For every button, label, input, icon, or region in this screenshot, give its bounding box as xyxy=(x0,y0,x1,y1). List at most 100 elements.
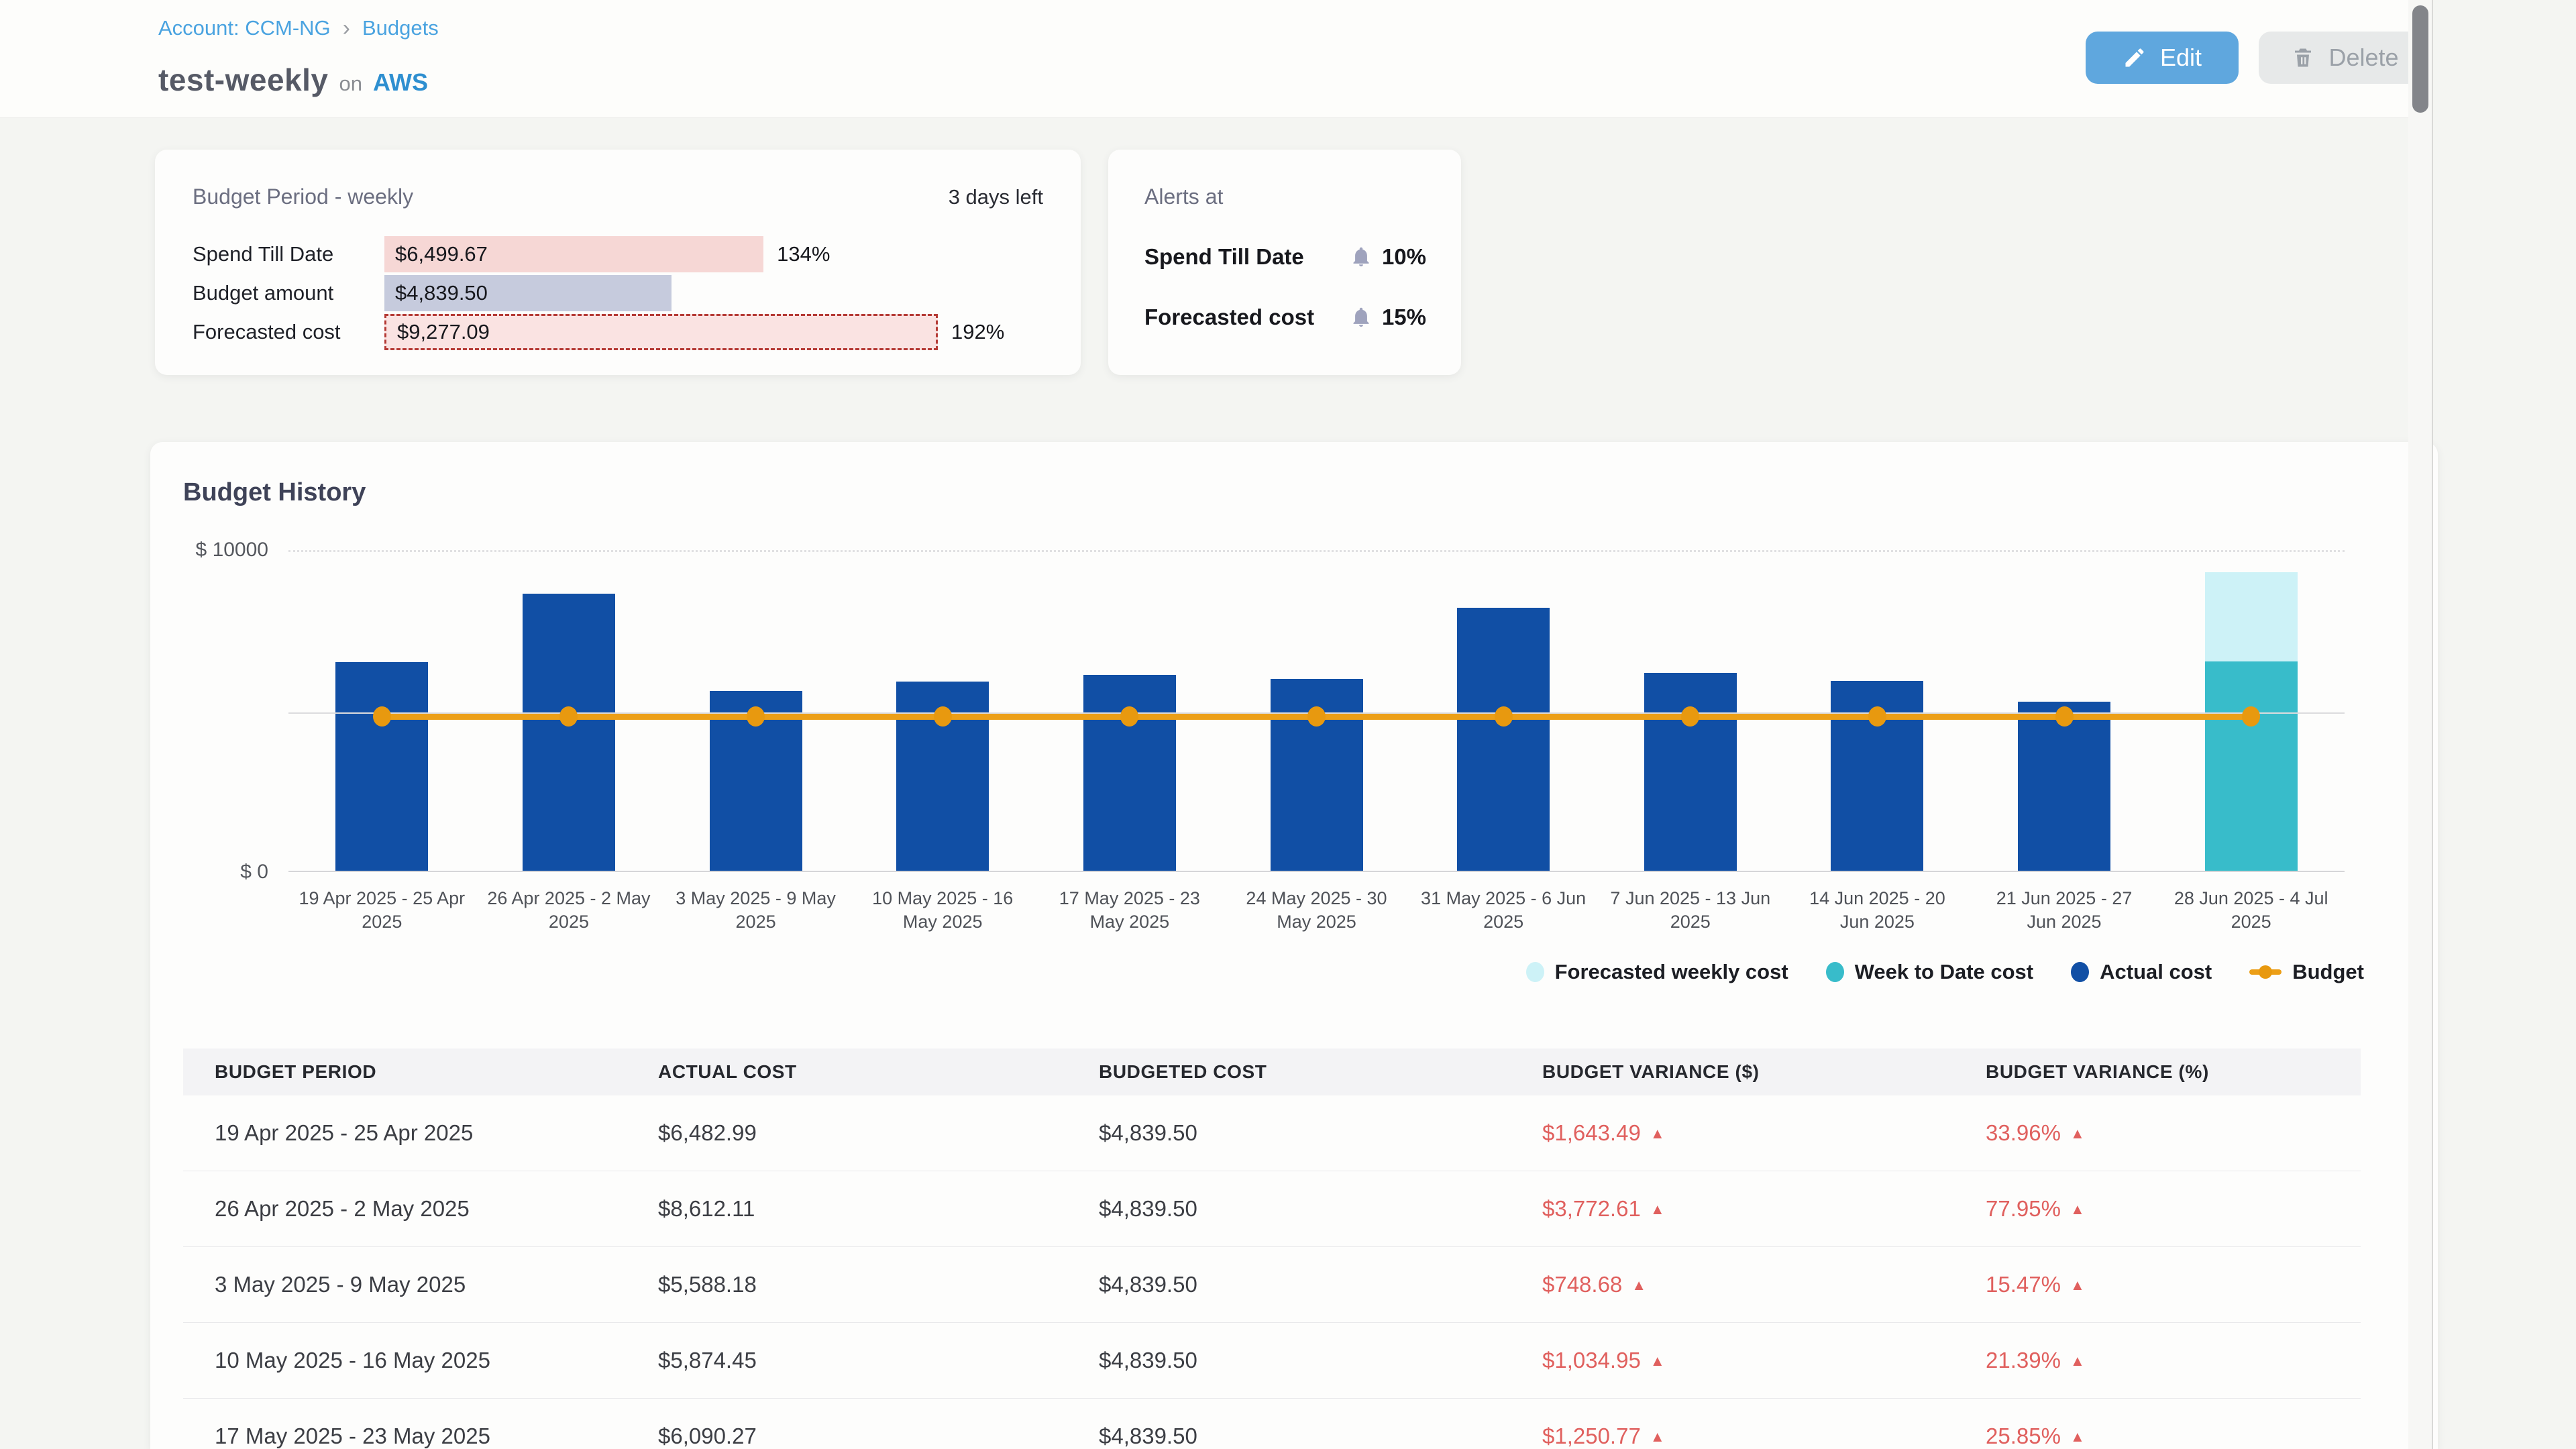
table-row[interactable]: 3 May 2025 - 9 May 2025$5,588.18$4,839.5… xyxy=(183,1247,2361,1323)
gridline-10000 xyxy=(288,550,2345,552)
budget-line-marker[interactable] xyxy=(747,706,765,727)
table-row[interactable]: 17 May 2025 - 23 May 2025$6,090.27$4,839… xyxy=(183,1399,2361,1449)
legend-item[interactable]: Forecasted weekly cost xyxy=(1526,960,1788,984)
table-header-cell: BUDGET PERIOD xyxy=(183,1061,627,1083)
table-body: 19 Apr 2025 - 25 Apr 2025$6,482.99$4,839… xyxy=(183,1095,2361,1449)
bell-icon xyxy=(1350,306,1373,329)
x-axis-label: 3 May 2025 - 9 May 2025 xyxy=(672,887,840,934)
alert-row-label: Forecasted cost xyxy=(1144,305,1314,330)
cell-budget-variance-usd: $1,034.95▲ xyxy=(1511,1348,1954,1373)
budget-line-marker[interactable] xyxy=(934,706,952,727)
bar-actual-cost[interactable] xyxy=(523,594,615,871)
legend-item[interactable]: Week to Date cost xyxy=(1826,960,2033,984)
bar-actual-cost[interactable] xyxy=(1083,675,1176,871)
legend-line-icon xyxy=(2249,969,2282,975)
budget-period-bar-budget: $4,839.50 xyxy=(384,275,672,311)
variance-up-arrow-icon: ▲ xyxy=(1650,1428,1665,1445)
alert-row-value-group: 15% xyxy=(1350,305,1426,330)
cell-budget-period: 19 Apr 2025 - 25 Apr 2025 xyxy=(183,1120,627,1146)
x-axis-labels: 19 Apr 2025 - 25 Apr 2025 26 Apr 2025 - 2… xyxy=(288,887,2345,967)
cell-actual-cost: $8,612.11 xyxy=(627,1196,1067,1222)
alert-row: Forecasted cost 15% xyxy=(1144,305,1426,330)
bar-week-to-date-cost[interactable] xyxy=(2205,661,2298,871)
cell-budget-variance-usd: $1,250.77▲ xyxy=(1511,1424,1954,1449)
delete-button[interactable]: Delete xyxy=(2259,32,2431,84)
cell-actual-cost: $6,482.99 xyxy=(627,1120,1067,1146)
x-axis-label: 31 May 2025 - 6 Jun 2025 xyxy=(1419,887,1587,934)
budget-history-chart[interactable] xyxy=(288,550,2345,872)
cell-budget-variance-pct: 15.47%▲ xyxy=(1954,1272,2361,1297)
bar-actual-cost[interactable] xyxy=(1644,673,1737,871)
table-row[interactable]: 26 Apr 2025 - 2 May 2025$8,612.11$4,839.… xyxy=(183,1171,2361,1247)
x-axis-label: 19 Apr 2025 - 25 Apr 2025 xyxy=(298,887,466,934)
budget-line-marker[interactable] xyxy=(1868,706,1886,727)
budget-period-bar-value: $4,839.50 xyxy=(384,281,488,305)
table-row[interactable]: 19 Apr 2025 - 25 Apr 2025$6,482.99$4,839… xyxy=(183,1095,2361,1171)
x-axis-label: 17 May 2025 - 23 May 2025 xyxy=(1046,887,1214,934)
cell-actual-cost: $5,588.18 xyxy=(627,1272,1067,1297)
breadcrumb-account-link[interactable]: Account: CCM-NG xyxy=(158,16,331,40)
budget-period-row: Budget amount$4,839.50 xyxy=(193,274,1043,313)
budget-period-percent: 134% xyxy=(777,242,830,266)
variance-up-arrow-icon: ▲ xyxy=(2070,1277,2085,1293)
cell-budget-variance-pct: 21.39%▲ xyxy=(1954,1348,2361,1373)
cell-budget-variance-pct: 25.85%▲ xyxy=(1954,1424,2361,1449)
y-axis-max-label: $ 10000 xyxy=(150,539,268,561)
budget-line-marker[interactable] xyxy=(1120,706,1138,727)
variance-up-arrow-icon: ▲ xyxy=(1650,1201,1665,1218)
x-axis-label: 14 Jun 2025 - 20 Jun 2025 xyxy=(1793,887,1961,934)
legend-dot-icon xyxy=(1526,962,1544,982)
table-row[interactable]: 10 May 2025 - 16 May 2025$5,874.45$4,839… xyxy=(183,1323,2361,1399)
delete-button-label: Delete xyxy=(2328,44,2398,72)
budget-period-bar-track: $9,277.09192% xyxy=(384,314,938,350)
bar-actual-cost[interactable] xyxy=(335,662,428,871)
days-left-label: 3 days left xyxy=(949,185,1043,209)
cell-budget-period: 17 May 2025 - 23 May 2025 xyxy=(183,1424,627,1449)
budget-period-row: Forecasted cost$9,277.09192% xyxy=(193,313,1043,352)
variance-up-arrow-icon: ▲ xyxy=(1650,1125,1665,1142)
legend-item[interactable]: Actual cost xyxy=(2071,960,2212,984)
alert-row-value-group: 10% xyxy=(1350,244,1426,270)
budget-history-title: Budget History xyxy=(183,478,366,507)
budget-period-card: Budget Period - weekly 3 days left Spend… xyxy=(155,150,1081,375)
budget-line-marker[interactable] xyxy=(2242,706,2260,727)
cell-budgeted-cost: $4,839.50 xyxy=(1067,1120,1511,1146)
page-title: test-weekly xyxy=(158,62,329,98)
bar-actual-cost[interactable] xyxy=(1457,608,1550,871)
page-header: Account: CCM-NG › Budgets test-weekly on… xyxy=(0,0,2433,118)
budget-history-card: Budget History $ 10000 $ 0 19 Apr 2025 -… xyxy=(150,442,2438,1449)
page-scrollbar-thumb[interactable] xyxy=(2412,5,2428,113)
budget-period-rows: Spend Till Date$6,499.67134%Budget amoun… xyxy=(193,235,1043,352)
budget-line-marker[interactable] xyxy=(1307,706,1326,727)
cell-budgeted-cost: $4,839.50 xyxy=(1067,1424,1511,1449)
budget-line-marker[interactable] xyxy=(373,706,391,727)
cell-budget-variance-usd: $3,772.61▲ xyxy=(1511,1196,1954,1222)
trash-icon xyxy=(2291,46,2315,70)
on-label: on xyxy=(339,72,362,96)
budget-line-marker[interactable] xyxy=(1495,706,1513,727)
budget-period-bar-track: $4,839.50 xyxy=(384,275,938,311)
cell-actual-cost: $5,874.45 xyxy=(627,1348,1067,1373)
x-axis-label: 28 Jun 2025 - 4 Jul 2025 xyxy=(2167,887,2335,934)
budget-period-percent: 192% xyxy=(951,320,1004,344)
legend-item[interactable]: Budget xyxy=(2249,960,2364,984)
edit-button[interactable]: Edit xyxy=(2086,32,2239,84)
budget-line-marker[interactable] xyxy=(1681,706,1699,727)
alert-row-label: Spend Till Date xyxy=(1144,244,1304,270)
page-scrollbar-track[interactable] xyxy=(2408,0,2433,1449)
budget-line-marker[interactable] xyxy=(559,706,578,727)
cell-budgeted-cost: $4,839.50 xyxy=(1067,1196,1511,1222)
edit-button-label: Edit xyxy=(2160,44,2202,72)
budget-line-marker[interactable] xyxy=(2055,706,2074,727)
variance-up-arrow-icon: ▲ xyxy=(1650,1352,1665,1369)
budget-period-bar-value: $9,277.09 xyxy=(386,320,490,344)
variance-up-arrow-icon: ▲ xyxy=(1631,1277,1646,1293)
cell-budgeted-cost: $4,839.50 xyxy=(1067,1348,1511,1373)
budget-period-row-label: Spend Till Date xyxy=(193,242,384,266)
x-axis-label: 26 Apr 2025 - 2 May 2025 xyxy=(485,887,653,934)
cell-budgeted-cost: $4,839.50 xyxy=(1067,1272,1511,1297)
table-header-cell: BUDGET VARIANCE ($) xyxy=(1511,1061,1954,1083)
table-header-cell: BUDGET VARIANCE (%) xyxy=(1954,1061,2361,1083)
bar-actual-cost[interactable] xyxy=(2018,702,2110,871)
breadcrumb-budgets-link[interactable]: Budgets xyxy=(362,16,439,40)
